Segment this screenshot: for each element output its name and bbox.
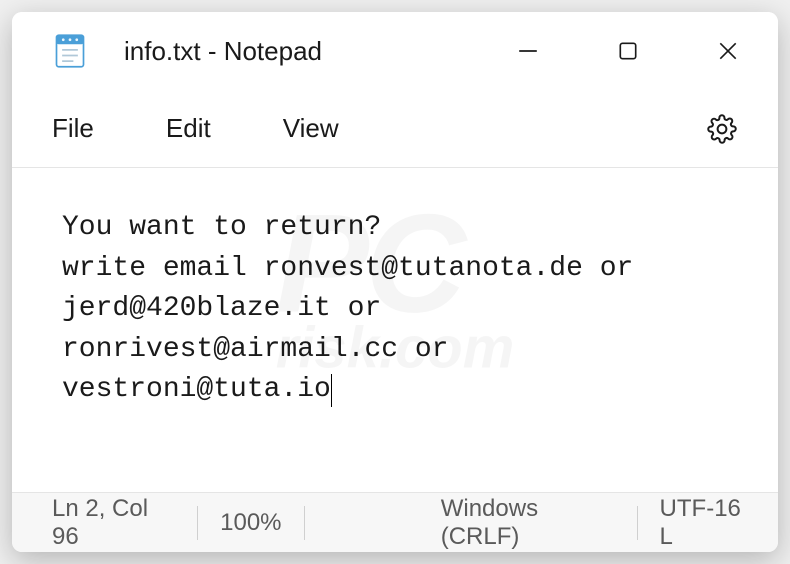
- notepad-window: info.txt - Notepad File Edit View: [12, 12, 778, 552]
- menubar: File Edit View: [12, 90, 778, 168]
- status-encoding: UTF-16 L: [660, 506, 778, 540]
- status-cursor-position: Ln 2, Col 96: [52, 506, 198, 540]
- document-text: You want to return? write email ronvest@…: [62, 212, 650, 405]
- text-cursor: [331, 374, 332, 408]
- close-button[interactable]: [678, 12, 778, 90]
- window-title: info.txt - Notepad: [124, 36, 478, 67]
- statusbar: Ln 2, Col 96 100% Windows (CRLF) UTF-16 …: [12, 492, 778, 552]
- status-line-ending: Windows (CRLF): [441, 506, 638, 540]
- maximize-button[interactable]: [578, 12, 678, 90]
- titlebar: info.txt - Notepad: [12, 12, 778, 90]
- notepad-app-icon: [52, 33, 88, 69]
- window-controls: [478, 12, 778, 90]
- menu-edit[interactable]: Edit: [166, 113, 211, 144]
- settings-button[interactable]: [706, 113, 738, 145]
- minimize-button[interactable]: [478, 12, 578, 90]
- status-zoom[interactable]: 100%: [220, 506, 304, 540]
- menu-file[interactable]: File: [52, 113, 94, 144]
- text-editor-area[interactable]: You want to return? write email ronvest@…: [12, 168, 778, 492]
- menu-view[interactable]: View: [283, 113, 339, 144]
